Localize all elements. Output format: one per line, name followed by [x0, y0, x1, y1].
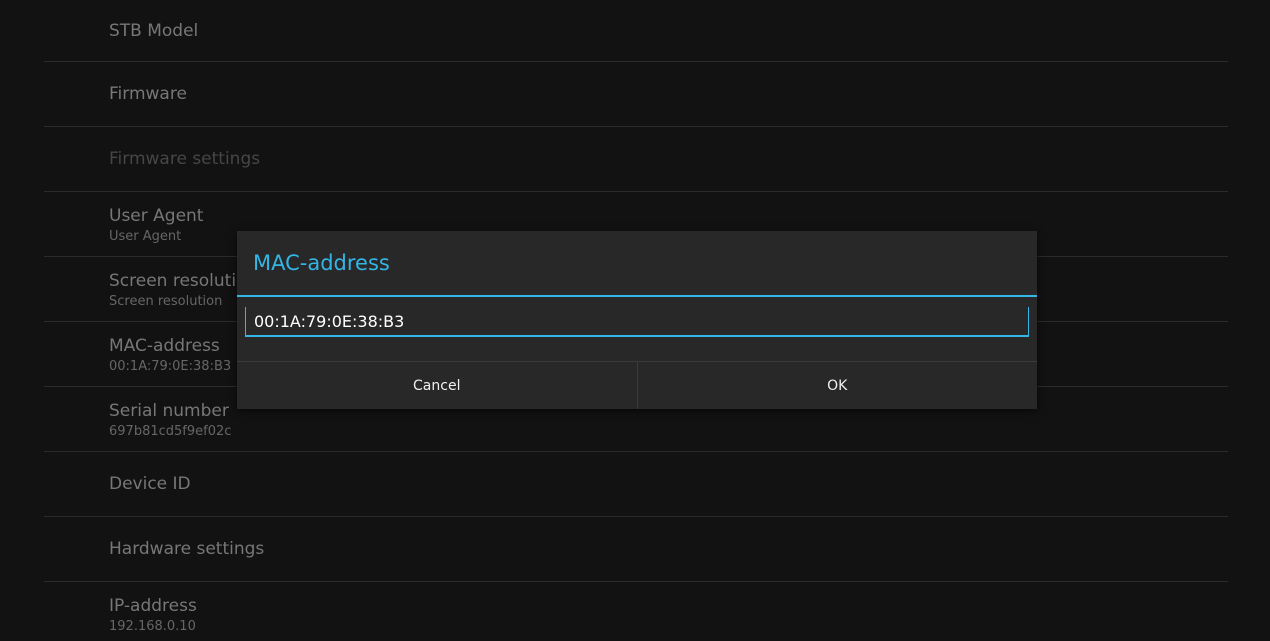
mac-address-input[interactable]	[245, 307, 1029, 337]
settings-item-title: User Agent	[109, 206, 204, 226]
dialog-button-bar: Cancel OK	[237, 361, 1037, 409]
settings-item-title: MAC-address	[109, 336, 220, 356]
settings-item-hardware-settings[interactable]: Hardware settings	[44, 517, 1228, 582]
settings-item-device-id[interactable]: Device ID	[44, 452, 1228, 517]
settings-item-summary: 192.168.0.10	[109, 619, 196, 634]
settings-item-summary: 00:1A:79:0E:38:B3	[109, 359, 232, 374]
settings-item-title: Screen resolution	[109, 271, 258, 291]
ok-button[interactable]: OK	[638, 362, 1038, 409]
dialog-title-divider	[237, 295, 1037, 297]
settings-item-ip-address[interactable]: IP-address 192.168.0.10	[44, 582, 1228, 641]
settings-screen: STB Model Firmware Firmware settings Use…	[0, 0, 1270, 641]
settings-item-firmware[interactable]: Firmware	[44, 62, 1228, 127]
settings-item-title: Firmware settings	[109, 149, 261, 169]
settings-item-title: Serial number	[109, 401, 229, 421]
dialog-title: MAC-address	[253, 251, 390, 275]
settings-item-title: Firmware	[109, 84, 187, 104]
settings-item-title: IP-address	[109, 596, 197, 616]
settings-item-summary: 697b81cd5f9ef02c	[109, 424, 232, 439]
settings-item-firmware-settings: Firmware settings	[44, 127, 1228, 192]
settings-item-title: Device ID	[109, 474, 191, 494]
settings-item-stb-model[interactable]: STB Model	[44, 0, 1228, 62]
settings-item-title: Hardware settings	[109, 539, 265, 559]
cancel-button[interactable]: Cancel	[237, 362, 637, 409]
mac-address-dialog: MAC-address Cancel OK	[237, 231, 1037, 409]
settings-item-title: STB Model	[109, 20, 199, 41]
settings-item-summary: Screen resolution	[109, 294, 223, 309]
settings-item-summary: User Agent	[109, 229, 182, 244]
